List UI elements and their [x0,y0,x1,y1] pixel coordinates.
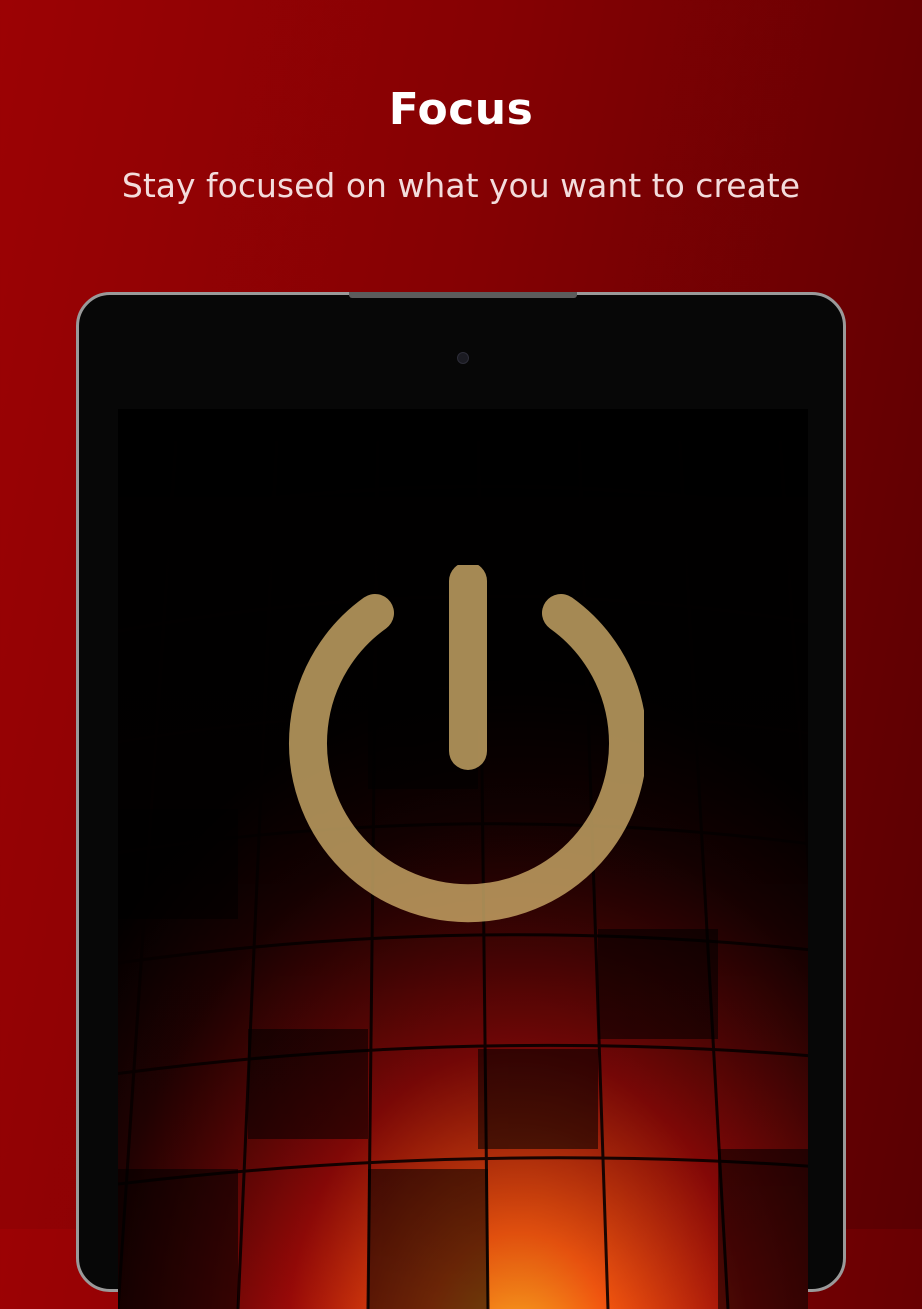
front-camera-icon [457,352,469,364]
screen-title: Focus [388,84,534,135]
tablet-frame [76,292,846,1309]
power-icon [289,565,644,923]
tablet-top-edge [349,292,577,298]
power-button[interactable] [284,565,644,945]
app-screen [118,409,808,1309]
screen-subtitle: Stay focused on what you want to create [121,166,801,205]
